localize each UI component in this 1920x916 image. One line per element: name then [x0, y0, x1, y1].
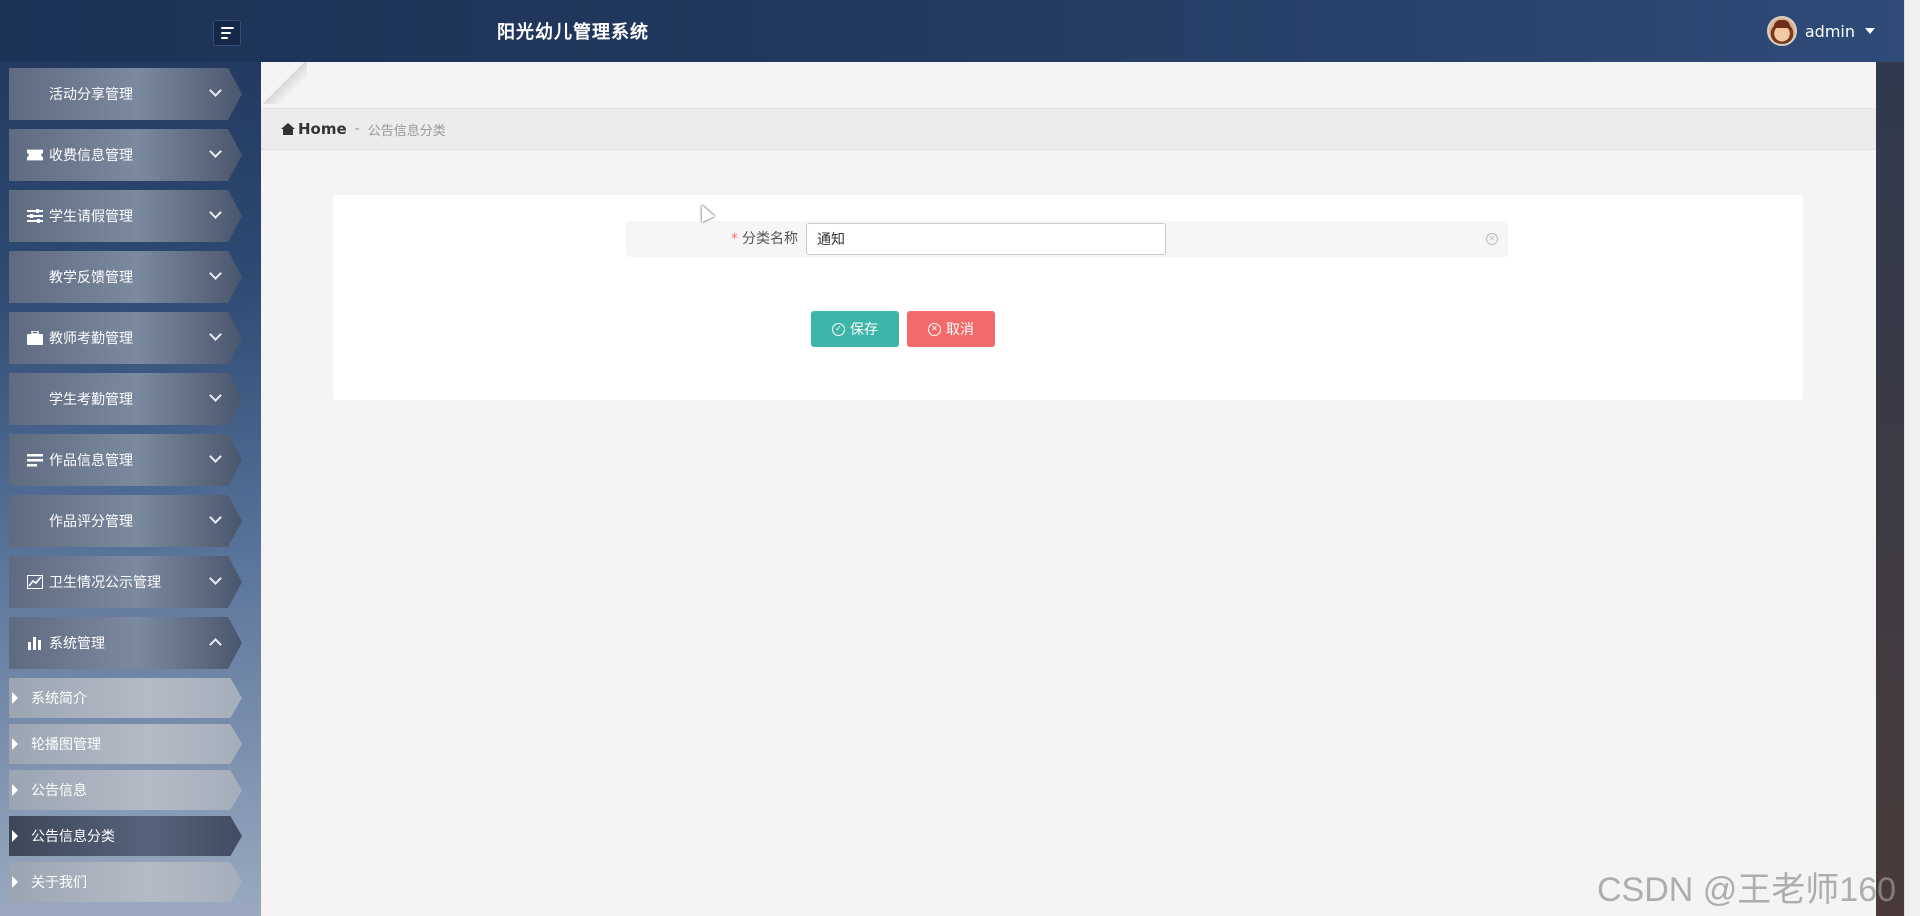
grid-icon	[27, 269, 43, 285]
watermark: CSDN @王老师160	[1597, 871, 1897, 909]
bar-chart-icon	[27, 635, 43, 651]
required-mark: *	[731, 231, 738, 247]
chevron-down-icon	[209, 572, 222, 585]
clear-circle-icon[interactable]: ✕	[1486, 233, 1498, 245]
sidebar-subitem-label: 公告信息分类	[31, 829, 115, 845]
breadcrumb: Home - 公告信息分类	[261, 108, 1876, 150]
menu-toggle-icon[interactable]	[213, 20, 241, 46]
breadcrumb-home[interactable]: Home	[298, 120, 347, 138]
scrollbar[interactable]	[1904, 0, 1920, 916]
sidebar-item-label: 收费信息管理	[49, 148, 133, 164]
avatar	[1766, 16, 1797, 46]
sliders-icon	[27, 208, 43, 224]
category-name-input[interactable]	[806, 223, 1166, 255]
cancel-button[interactable]: ✕ 取消	[907, 311, 995, 347]
cancel-button-label: 取消	[946, 322, 974, 338]
user-name: admin	[1804, 21, 1855, 41]
sidebar-item-label: 活动分享管理	[49, 87, 133, 103]
sidebar-item-student-leave[interactable]: 学生请假管理	[9, 190, 242, 242]
sidebar-item-system[interactable]: 系统管理	[9, 617, 242, 669]
sidebar-subitem-notice[interactable]: 公告信息	[9, 770, 242, 810]
chevron-down-icon	[209, 206, 222, 219]
page-curl-decoration	[261, 62, 307, 104]
grid-icon	[27, 513, 43, 529]
ticket-icon	[27, 147, 43, 163]
sidebar-item-works-rating[interactable]: 作品评分管理	[9, 495, 242, 547]
briefcase-icon	[27, 330, 43, 346]
sidebar-item-label: 作品评分管理	[49, 514, 133, 530]
sidebar-item-works-info[interactable]: 作品信息管理	[9, 434, 242, 486]
sidebar-item-label: 学生考勤管理	[49, 392, 133, 408]
sidebar-subitem-label: 系统简介	[31, 691, 87, 707]
chevron-down-icon	[209, 267, 222, 280]
sidebar-subitem-notice-category[interactable]: 公告信息分类	[9, 816, 242, 856]
sidebar-subitem-label: 关于我们	[31, 875, 87, 891]
sidebar-item-label: 系统管理	[49, 636, 105, 652]
sidebar-item-teacher-attendance[interactable]: 教师考勤管理	[9, 312, 242, 364]
sidebar-item-fee-info[interactable]: 收费信息管理	[9, 129, 242, 181]
top-header: 阳光幼儿管理系统 admin	[0, 0, 1920, 62]
sidebar-subitem-label: 公告信息	[31, 783, 87, 799]
breadcrumb-separator: -	[354, 121, 360, 137]
chevron-down-icon	[209, 145, 222, 158]
sidebar-subitem-about[interactable]: 关于我们	[9, 862, 242, 902]
grid-icon	[27, 86, 43, 102]
chevron-down-icon	[209, 328, 222, 341]
form-card: *分类名称 ✓ 保存 ✕ 取消	[333, 195, 1803, 400]
form-row-category-name: * 分类名称	[626, 221, 1508, 257]
sidebar-item-label: 学生请假管理	[49, 209, 133, 225]
breadcrumb-current: 公告信息分类	[367, 123, 446, 139]
chevron-down-icon	[209, 389, 222, 402]
user-menu[interactable]: admin	[1766, 16, 1875, 46]
field-label-text: 分类名称	[742, 231, 798, 247]
sidebar-subitem-label: 轮播图管理	[31, 737, 101, 753]
chevron-down-icon	[209, 450, 222, 463]
main-content	[261, 62, 1876, 916]
check-circle-icon: ✓	[832, 322, 845, 336]
app-title: 阳光幼儿管理系统	[497, 22, 649, 43]
caret-down-icon	[1865, 28, 1875, 34]
sidebar-item-hygiene[interactable]: 卫生情况公示管理	[9, 556, 242, 608]
chevron-up-icon	[209, 638, 222, 651]
sidebar-item-student-attendance[interactable]: 学生考勤管理	[9, 373, 242, 425]
field-label: * 分类名称	[626, 221, 798, 257]
sidebar-item-label: 卫生情况公示管理	[49, 575, 161, 591]
sidebar-item-label: 教师考勤管理	[49, 331, 133, 347]
grid-icon	[27, 391, 43, 407]
save-button[interactable]: ✓ 保存	[811, 311, 899, 347]
save-button-label: 保存	[850, 322, 878, 338]
sidebar-item-label: 教学反馈管理	[49, 270, 133, 286]
sidebar-item-label: 作品信息管理	[49, 453, 133, 469]
sidebar-subitem-carousel[interactable]: 轮播图管理	[9, 724, 242, 764]
sidebar-item-teaching-feedback[interactable]: 教学反馈管理	[9, 251, 242, 303]
sidebar: 活动分享管理 收费信息管理 学生请假管理 教学反馈管理 教师考勤管理 学生考勤管…	[0, 62, 261, 916]
sidebar-item-activity-share[interactable]: 活动分享管理	[9, 68, 242, 120]
list-icon	[27, 452, 43, 468]
home-icon	[281, 123, 295, 135]
chart-line-icon	[27, 574, 43, 590]
chevron-down-icon	[209, 84, 222, 97]
chevron-down-icon	[209, 511, 222, 524]
close-circle-icon: ✕	[928, 322, 941, 336]
sidebar-subitem-intro[interactable]: 系统简介	[9, 678, 242, 718]
